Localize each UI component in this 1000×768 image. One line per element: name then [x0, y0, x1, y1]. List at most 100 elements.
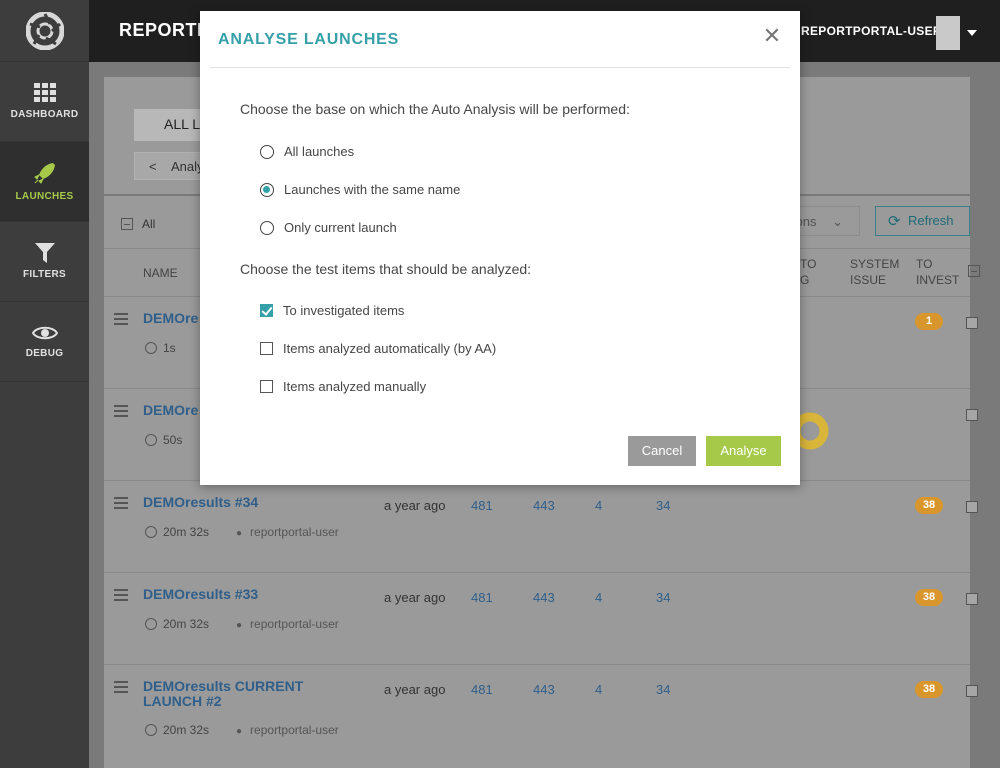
select-all-checkbox[interactable] [121, 218, 133, 230]
row-checkbox[interactable] [966, 409, 978, 421]
drag-handle-icon[interactable] [114, 313, 128, 328]
launch-name[interactable]: DEMOresults CURRENT LAUNCH #2 [143, 679, 333, 709]
clock-icon [145, 618, 157, 630]
failed-count[interactable]: 4 [595, 590, 602, 605]
launch-name[interactable]: DEMOresults #34 [143, 495, 258, 510]
launch-start-time: a year ago [384, 682, 446, 697]
table-row[interactable]: DEMOresults #33 20m 32s reportportal-use… [104, 572, 978, 664]
modal-title: ANALYSE LAUNCHES [218, 31, 400, 48]
drag-handle-icon[interactable] [114, 589, 128, 604]
total-count[interactable]: 481 [471, 498, 493, 513]
radio-button[interactable] [260, 220, 274, 235]
column-header-to-bug[interactable]: TO G [800, 256, 816, 288]
sidebar-item-launches[interactable]: LAUNCHES [0, 142, 89, 222]
radio-button[interactable] [260, 182, 274, 197]
total-count[interactable]: 481 [471, 590, 493, 605]
clock-icon [145, 724, 157, 736]
column-header-system-issue[interactable]: SYSTEM ISSUE [850, 256, 899, 288]
launch-name[interactable]: DEMOre [143, 403, 198, 418]
column-header-checkbox[interactable] [968, 265, 980, 277]
share-icon: < [149, 159, 157, 174]
launch-owner[interactable]: reportportal-user [236, 723, 339, 737]
radio-label: Only current launch [284, 220, 397, 235]
to-invest-badge[interactable]: 38 [915, 589, 943, 606]
drag-handle-icon[interactable] [114, 405, 128, 420]
launch-owner[interactable]: reportportal-user [236, 525, 339, 539]
sidebar-item-dashboard[interactable]: DASHBOARD [0, 62, 89, 142]
table-row[interactable]: DEMOresults #34 20m 32s reportportal-use… [104, 480, 978, 572]
checkbox-label: Items analyzed manually [283, 379, 427, 394]
checkbox-label: To investigated items [283, 303, 405, 318]
clock-icon [145, 526, 157, 538]
clock-icon [145, 434, 157, 446]
sidebar-item-label: DASHBOARD [10, 109, 79, 120]
launch-name[interactable]: DEMOresults #33 [143, 587, 258, 602]
passed-count[interactable]: 443 [533, 498, 555, 513]
launch-name[interactable]: DEMOre [143, 311, 198, 326]
sidebar-item-debug[interactable]: DEBUG [0, 302, 89, 382]
to-invest-badge[interactable]: 38 [915, 681, 943, 698]
funnel-icon [34, 243, 55, 263]
drag-handle-icon[interactable] [114, 497, 128, 512]
passed-count[interactable]: 443 [533, 590, 555, 605]
failed-count[interactable]: 4 [595, 498, 602, 513]
drag-handle-icon[interactable] [114, 681, 128, 696]
skipped-count[interactable]: 34 [656, 590, 670, 605]
checkbox-label: Items analyzed automatically (by AA) [283, 341, 497, 356]
analyse-button[interactable]: Analyse [706, 436, 781, 466]
skipped-count[interactable]: 34 [656, 498, 670, 513]
user-name[interactable]: REPORTPORTAL-USER [801, 24, 942, 38]
row-checkbox[interactable] [966, 593, 978, 605]
column-header-name[interactable]: NAME [143, 265, 178, 281]
launch-duration: 20m 32s [145, 723, 209, 737]
radio-label: Launches with the same name [284, 182, 461, 197]
sidebar-item-label: DEBUG [25, 348, 64, 359]
launch-duration: 20m 32s [145, 617, 209, 631]
launch-start-time: a year ago [384, 590, 446, 605]
launch-duration: 20m 32s [145, 525, 209, 539]
radio-current-launch[interactable]: Only current launch [260, 220, 397, 235]
checkbox-to-investigate[interactable]: To investigated items [260, 303, 404, 318]
row-checkbox[interactable] [966, 501, 978, 513]
to-invest-badge[interactable]: 1 [915, 313, 943, 330]
row-checkbox[interactable] [966, 317, 978, 329]
items-question: Choose the test items that should be ana… [240, 261, 532, 277]
sidebar: DASHBOARD LAUNCHES FILTERS DEBUG [0, 0, 89, 768]
radio-same-name[interactable]: Launches with the same name [260, 182, 460, 197]
launch-owner[interactable]: reportportal-user [236, 617, 339, 631]
table-row[interactable]: DEMOresults CURRENT LAUNCH #2 20m 32s re… [104, 664, 978, 768]
checkbox[interactable] [260, 380, 273, 393]
failed-count[interactable]: 4 [595, 682, 602, 697]
passed-count[interactable]: 443 [533, 682, 555, 697]
checkbox-auto-analyzed[interactable]: Items analyzed automatically (by AA) [260, 341, 496, 356]
to-invest-badge[interactable]: 38 [915, 497, 943, 514]
skipped-count[interactable]: 34 [656, 682, 670, 697]
sidebar-item-label: FILTERS [22, 269, 67, 280]
total-count[interactable]: 481 [471, 682, 493, 697]
analyse-launches-modal: ANALYSE LAUNCHES ✕ Choose the base on wh… [200, 11, 800, 485]
grid-icon [33, 83, 56, 102]
row-checkbox[interactable] [966, 685, 978, 697]
chevron-down-icon[interactable] [967, 30, 977, 36]
modal-divider [210, 67, 790, 68]
aperture-logo-icon [25, 11, 64, 50]
base-question: Choose the base on which the Auto Analys… [240, 101, 630, 117]
refresh-icon: ⟳ [888, 213, 901, 230]
app-logo[interactable] [0, 0, 89, 62]
cancel-button[interactable]: Cancel [628, 436, 696, 466]
sidebar-item-label: LAUNCHES [15, 191, 74, 202]
checkbox[interactable] [260, 304, 273, 317]
avatar[interactable] [936, 16, 960, 50]
refresh-label: Refresh [908, 213, 954, 228]
checkbox-manually-analyzed[interactable]: Items analyzed manually [260, 379, 426, 394]
radio-all-launches[interactable]: All launches [260, 144, 354, 159]
column-header-to-invest[interactable]: TO INVEST [916, 256, 959, 288]
radio-button[interactable] [260, 144, 274, 159]
donut-chart-icon [800, 412, 829, 450]
sidebar-item-filters[interactable]: FILTERS [0, 222, 89, 302]
close-icon[interactable]: ✕ [762, 25, 782, 47]
refresh-button[interactable]: ⟳ Refresh [875, 206, 970, 236]
checkbox[interactable] [260, 342, 273, 355]
launch-start-time: a year ago [384, 498, 446, 513]
radio-label: All launches [284, 144, 355, 159]
